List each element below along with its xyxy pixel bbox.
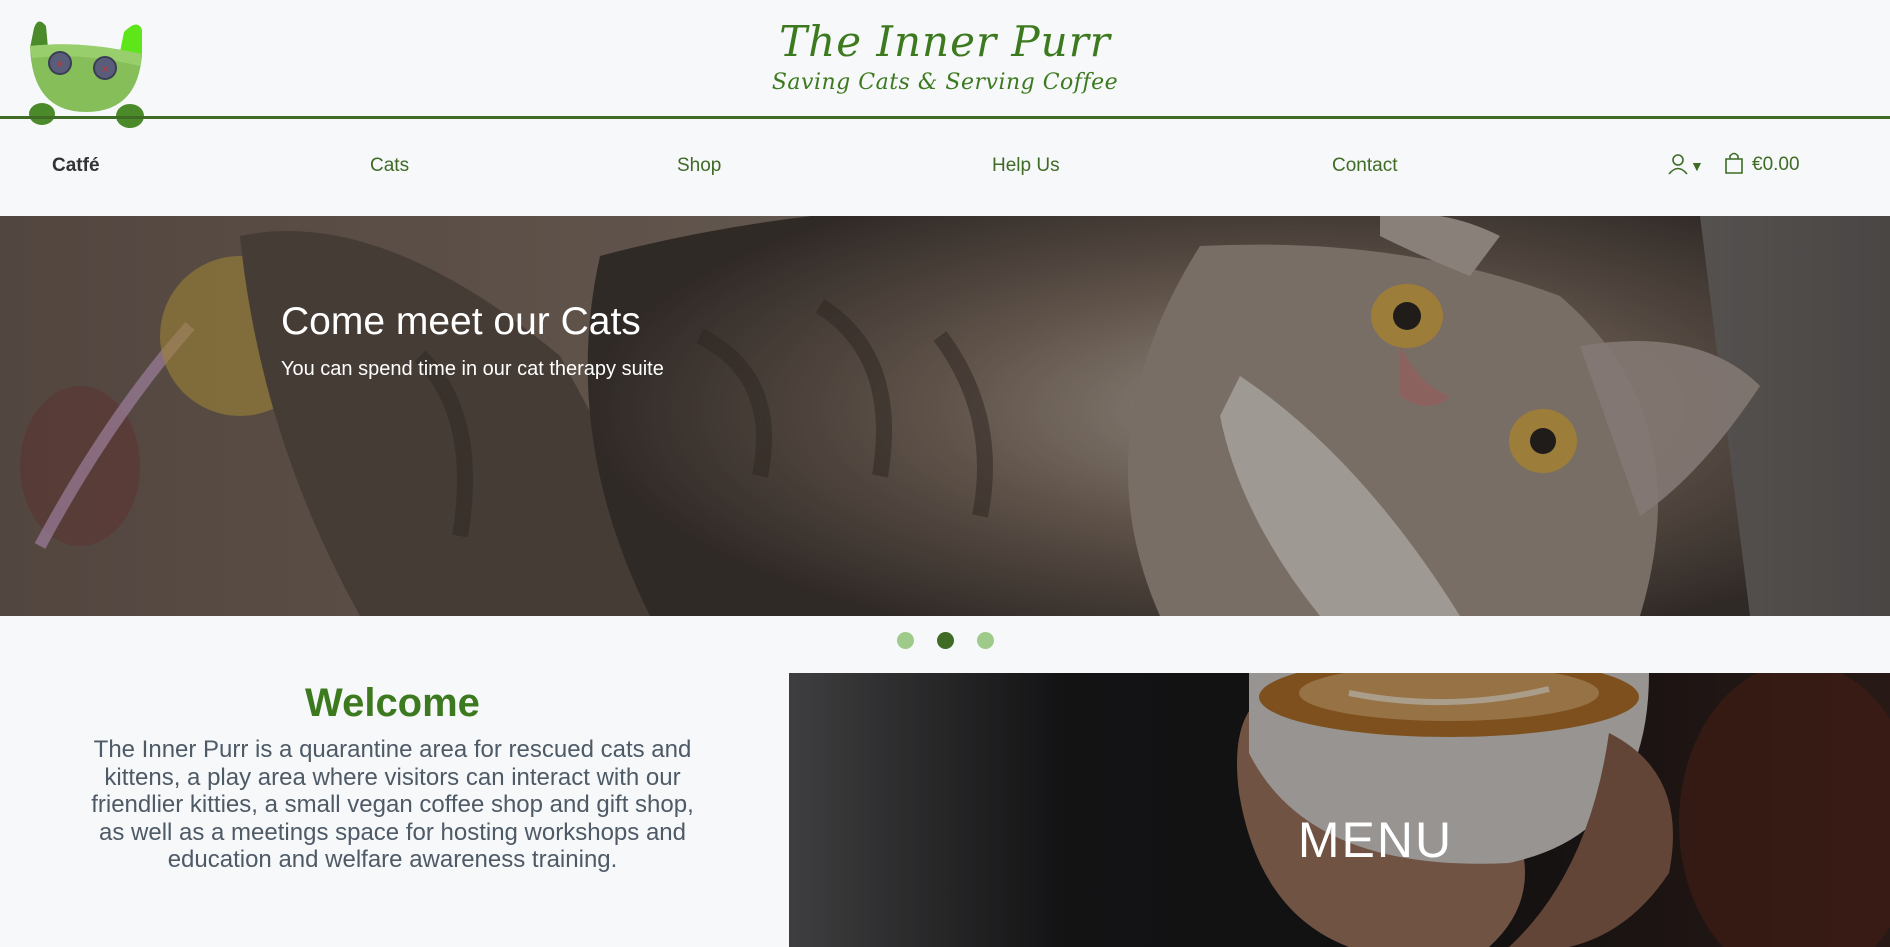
hero-subtitle: You can spend time in our cat therapy su… xyxy=(281,358,664,380)
user-icon xyxy=(1667,153,1689,180)
carousel-dot-2[interactable] xyxy=(936,632,954,649)
menu-link-panel[interactable]: MENU xyxy=(789,673,1890,947)
carousel-dot-1[interactable] xyxy=(896,632,914,649)
cart-total: €0.00 xyxy=(1752,154,1800,175)
nav-item-cats[interactable]: Cats xyxy=(370,155,409,177)
nav-item-contact[interactable]: Contact xyxy=(1332,155,1397,177)
welcome-text: The Inner Purr is a quarantine area for … xyxy=(91,736,694,873)
carousel-dot-3[interactable] xyxy=(976,632,994,649)
site-header: × × The Inner Purr Saving Cats & Serving… xyxy=(0,0,1890,128)
welcome-section: Welcome The Inner Purr is a quarantine a… xyxy=(60,678,725,874)
chevron-down-icon: ▼ xyxy=(1690,158,1704,174)
hero-carousel[interactable]: Come meet our Cats You can spend time in… xyxy=(0,216,1890,616)
account-menu-button[interactable]: ▼ xyxy=(1667,153,1704,180)
nav-item-help-us[interactable]: Help Us xyxy=(992,155,1060,177)
menu-label: MENU xyxy=(1297,812,1454,868)
welcome-title: Welcome xyxy=(305,681,480,725)
hero-title: Come meet our Cats xyxy=(281,300,641,343)
shopping-bag-icon xyxy=(1724,151,1744,180)
hero-cat-image xyxy=(0,216,1890,616)
site-tagline: Saving Cats & Serving Coffee xyxy=(771,70,1119,95)
site-title[interactable]: The Inner Purr xyxy=(0,18,1890,66)
nav-item-shop[interactable]: Shop xyxy=(677,155,721,177)
main-nav: Catfé Cats Shop Help Us Contact ▼ €0.00 xyxy=(0,119,1890,335)
coffee-cup-image xyxy=(789,673,1890,947)
brand-block: The Inner Purr Saving Cats & Serving Cof… xyxy=(0,18,1890,96)
cart-button[interactable]: €0.00 xyxy=(1724,152,1800,178)
nav-item-catfe[interactable]: Catfé xyxy=(52,155,100,177)
carousel-dots xyxy=(0,632,1890,652)
